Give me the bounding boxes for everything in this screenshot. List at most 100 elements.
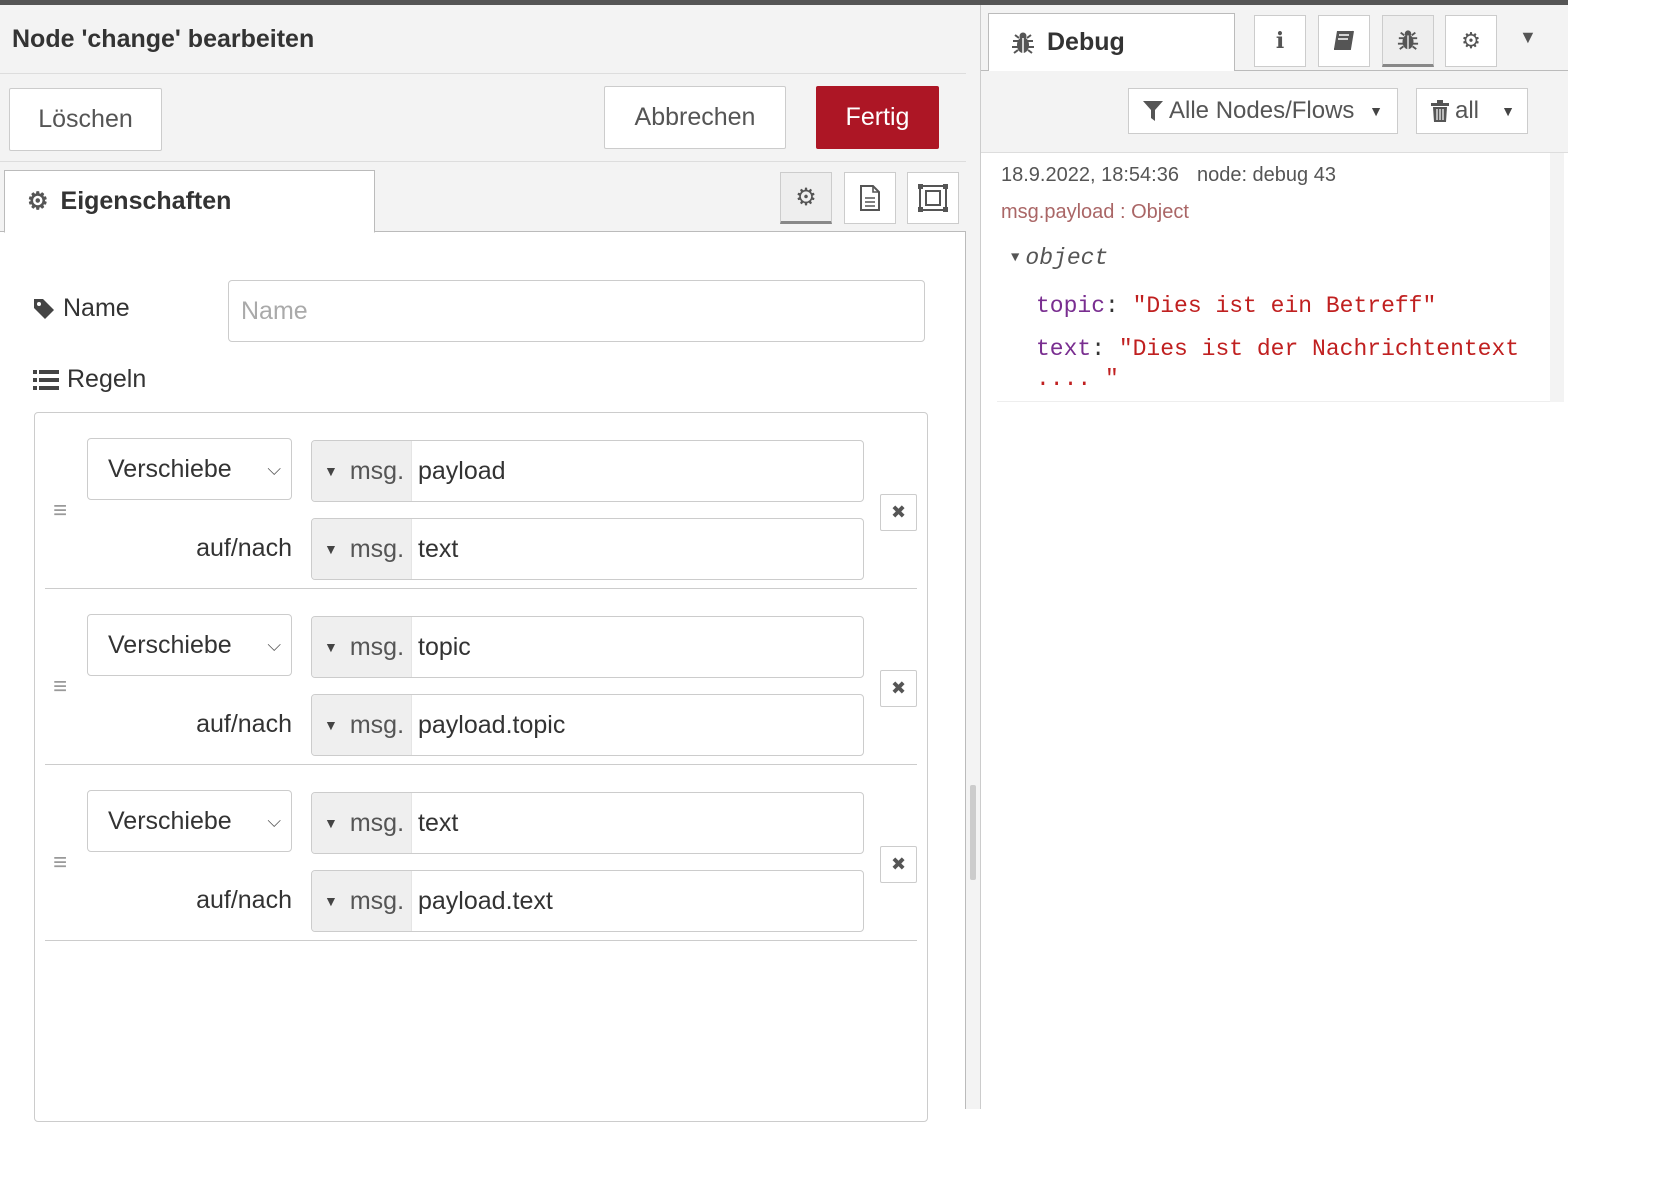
caret-down-icon: ▼: [324, 717, 338, 733]
caret-down-icon: ▼: [324, 639, 338, 655]
tab-properties[interactable]: ⚙ Eigenschaften: [4, 170, 375, 233]
appearance-icon: [918, 184, 948, 212]
debug-node-link[interactable]: node: debug 43: [1197, 164, 1336, 186]
rule-target-input[interactable]: ▼ msg. text: [311, 518, 864, 580]
chevron-down-icon: ⌵: [267, 811, 281, 831]
target-value: payload.text: [418, 886, 553, 915]
debug-property-key: text: [1036, 336, 1092, 362]
gear-icon: ⚙: [27, 188, 49, 215]
type-label: msg.: [349, 456, 405, 485]
rule-action-value: Verschiebe: [108, 454, 232, 483]
rule-target-input[interactable]: ▼ msg. payload.text: [311, 870, 864, 932]
debug-property: topic: "Dies ist ein Betreff": [1036, 293, 1437, 319]
debug-property-key: topic: [1036, 293, 1106, 319]
cancel-button[interactable]: Abbrechen: [604, 86, 786, 149]
tab-debug-label: Debug: [1047, 28, 1125, 56]
done-button[interactable]: Fertig: [816, 86, 939, 149]
remove-rule-button[interactable]: ✖: [880, 846, 917, 883]
debug-topic: msg.payload : Object: [1001, 201, 1189, 223]
filter-icon: [1143, 101, 1163, 121]
chevron-down-icon: ⌵: [267, 459, 281, 479]
rule-action-select[interactable]: Verschiebe ⌵: [87, 438, 292, 500]
type-selector-button[interactable]: ▼ msg.: [312, 617, 412, 677]
splitter-grip[interactable]: [970, 785, 976, 880]
rule-source-input[interactable]: ▼ msg. payload: [311, 440, 864, 502]
remove-rule-button[interactable]: ✖: [880, 494, 917, 531]
debug-object-toggle[interactable]: ▼ object: [1011, 245, 1108, 271]
type-selector-button[interactable]: ▼ msg.: [312, 871, 412, 931]
rule-action-select[interactable]: Verschiebe ⌵: [87, 614, 292, 676]
debug-message: 18.9.2022, 18:54:36 node: debug 43 msg.pa…: [997, 153, 1550, 402]
remove-rule-button[interactable]: ✖: [880, 670, 917, 707]
name-label-text: Name: [63, 294, 130, 322]
drag-handle-icon[interactable]: ≡: [48, 675, 72, 699]
target-value: text: [418, 534, 459, 563]
caret-down-icon: ▼: [1501, 103, 1515, 119]
to-label: auf/nach: [196, 710, 292, 738]
rules-label: Regeln: [33, 365, 146, 394]
tab-properties-label: Eigenschaften: [60, 187, 232, 215]
tab-settings-button[interactable]: ⚙: [780, 172, 832, 224]
type-selector-button[interactable]: ▼ msg.: [312, 441, 412, 501]
editor-tabbar: ⚙ Eigenschaften ⚙: [0, 162, 966, 233]
config-tab-button[interactable]: ⚙: [1445, 15, 1497, 67]
type-label: msg.: [349, 632, 405, 661]
rule-action-value: Verschiebe: [108, 630, 232, 659]
editor-header: Node 'change' bearbeiten: [0, 5, 966, 74]
debug-tab-button[interactable]: [1382, 15, 1434, 67]
editor-toolbar: Löschen Abbrechen Fertig: [0, 74, 966, 162]
gear-icon: ⚙: [795, 183, 817, 211]
name-label: Name: [33, 294, 130, 323]
debug-message-meta: 18.9.2022, 18:54:36 node: debug 43: [1001, 164, 1336, 187]
source-value: payload: [418, 456, 506, 485]
target-value: payload.topic: [418, 710, 566, 739]
info-tab-button[interactable]: i: [1254, 15, 1306, 67]
caret-down-icon: ▼: [324, 541, 338, 557]
drag-handle-icon[interactable]: ≡: [48, 499, 72, 523]
gear-icon: ⚙: [1461, 28, 1481, 53]
list-icon: [33, 369, 59, 390]
chevron-down-icon: ⌵: [267, 635, 281, 655]
info-icon: i: [1275, 28, 1285, 54]
tab-debug[interactable]: Debug: [988, 13, 1235, 72]
document-icon: [860, 185, 880, 211]
sidebar-tabbar: Debug i ⚙ ▼: [981, 5, 1568, 72]
bug-icon: [1397, 30, 1419, 50]
node-editor-panel: Node 'change' bearbeiten Löschen Abbrech…: [0, 5, 966, 1122]
name-input[interactable]: [228, 280, 925, 342]
drag-handle-icon[interactable]: ≡: [48, 851, 72, 875]
caret-down-icon: ▼: [1369, 103, 1383, 119]
rule-target-input[interactable]: ▼ msg. payload.topic: [311, 694, 864, 756]
debug-property: text: "Dies ist der Nachrichtentext ....…: [1036, 336, 1520, 392]
rule-source-input[interactable]: ▼ msg. topic: [311, 616, 864, 678]
caret-down-icon: ▼: [324, 893, 338, 909]
type-label: msg.: [349, 534, 405, 563]
editor-title: Node 'change' bearbeiten: [12, 25, 315, 53]
type-selector-button[interactable]: ▼ msg.: [312, 519, 412, 579]
debug-timestamp: 18.9.2022, 18:54:36: [1001, 164, 1179, 186]
debug-clear-button[interactable]: all ▼: [1416, 88, 1528, 134]
debug-property-value: "Dies ist ein Betreff": [1132, 293, 1437, 319]
tab-description-button[interactable]: [844, 172, 896, 224]
debug-toolbar: Alle Nodes/Flows ▼ all ▼: [981, 71, 1568, 153]
source-value: text: [418, 808, 459, 837]
close-icon: ✖: [890, 854, 907, 874]
rule-action-select[interactable]: Verschiebe ⌵: [87, 790, 292, 852]
type-selector-button[interactable]: ▼ msg.: [312, 793, 412, 853]
name-row: Name: [33, 280, 933, 342]
tab-appearance-button[interactable]: [907, 172, 959, 224]
rule-source-input[interactable]: ▼ msg. text: [311, 792, 864, 854]
delete-button[interactable]: Löschen: [9, 88, 162, 151]
filter-label: Alle Nodes/Flows: [1169, 97, 1355, 124]
to-label: auf/nach: [196, 886, 292, 914]
sidebar-menu-chevron-down-icon[interactable]: ▼: [1519, 27, 1537, 48]
close-icon: ✖: [890, 502, 907, 522]
tag-icon: [34, 298, 54, 319]
to-label: auf/nach: [196, 534, 292, 562]
help-tab-button[interactable]: [1318, 15, 1370, 67]
book-icon: [1334, 30, 1354, 50]
panel-splitter[interactable]: [966, 5, 981, 1109]
debug-filter-button[interactable]: Alle Nodes/Flows ▼: [1128, 88, 1398, 134]
type-selector-button[interactable]: ▼ msg.: [312, 695, 412, 755]
debug-scrollbar[interactable]: [1550, 153, 1564, 402]
